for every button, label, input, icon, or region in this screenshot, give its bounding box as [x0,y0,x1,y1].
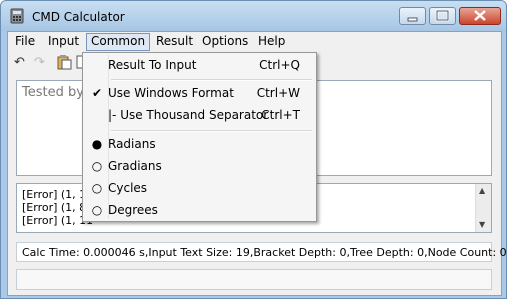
minimize-icon [407,17,418,22]
menu-separator [111,130,312,132]
title-bar[interactable]: CMD Calculator [1,1,506,31]
app-window: CMD Calculator File Input Common Result … [0,0,507,299]
menu-separator [111,79,312,81]
scroll-up-icon[interactable]: ▲ [479,186,485,195]
menu-file[interactable]: File [11,34,39,49]
menu-item-gradians[interactable]: ○ Gradians [85,155,314,177]
menu-item-label: Cycles [108,181,148,195]
status-bar: Calc Time: 0.000046 s,Input Text Size: 1… [16,242,506,262]
menu-item-cycles[interactable]: ○ Cycles [85,177,314,199]
menu-options[interactable]: Options [198,34,252,49]
menu-item-shortcut: Ctrl+W [256,86,300,100]
undo-icon[interactable]: ↶ [14,55,25,70]
menu-item-label: Degrees [108,203,158,217]
menu-item-label: Radians [108,137,156,151]
menu-common[interactable]: Common [86,33,151,51]
radio-icon: ○ [91,203,103,217]
menu-item-shortcut: Ctrl+Q [259,58,300,72]
menu-item-label: Use Windows Format [108,86,234,100]
maximize-icon [435,9,450,22]
radio-icon: ○ [91,181,103,195]
close-button[interactable] [459,7,501,25]
radio-icon: ○ [91,159,103,173]
menu-result[interactable]: Result [152,34,197,49]
radio-selected-icon: ● [91,137,103,151]
close-icon [474,10,486,21]
checkmark-icon: ✔ [91,86,103,100]
scroll-down-icon[interactable]: ▼ [479,220,485,229]
minimize-button[interactable] [399,7,426,25]
menu-item-use-windows-format[interactable]: ✔ Use Windows Format Ctrl+W [85,82,314,104]
common-menu-dropdown: Result To Input Ctrl+Q ✔ Use Windows For… [82,52,317,222]
window-title: CMD Calculator [32,10,125,24]
calculator-icon [10,8,24,24]
menu-item-radians[interactable]: ● Radians [85,133,314,155]
menu-item-label: Gradians [108,159,162,173]
menu-item-result-to-input[interactable]: Result To Input Ctrl+Q [85,54,314,76]
maximize-button[interactable] [429,7,456,25]
menu-item-degrees[interactable]: ○ Degrees [85,199,314,221]
menu-item-label: |- Use Thousand Separator [108,108,269,122]
paste-icon[interactable] [56,54,72,70]
status-text: Calc Time: 0.000046 s,Input Text Size: 1… [22,246,507,259]
output-panel [16,269,492,290]
menu-item-label: Result To Input [108,58,197,72]
expression-text: Tested by [22,85,84,100]
menu-item-use-thousand-separator[interactable]: |- Use Thousand Separator Ctrl+T [85,104,314,126]
menu-bar: File Input Common Result Options Help [8,32,501,51]
menu-item-shortcut: Ctrl+T [261,108,300,122]
menu-input[interactable]: Input [44,34,83,49]
vertical-scrollbar[interactable]: ▲ ▼ [475,184,491,232]
menu-help[interactable]: Help [254,34,289,49]
redo-icon[interactable]: ↷ [34,55,45,70]
